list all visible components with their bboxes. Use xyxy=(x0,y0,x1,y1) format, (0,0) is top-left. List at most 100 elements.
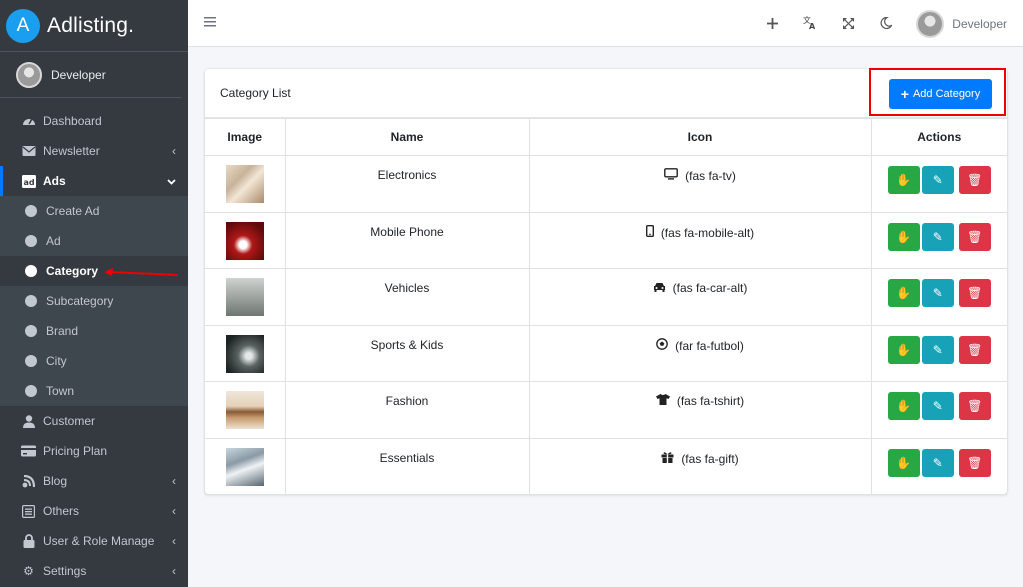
tv-icon xyxy=(664,168,679,183)
category-icon-class: (fas fa-tshirt) xyxy=(676,394,745,408)
sidebar-item-town[interactable]: Town xyxy=(0,376,188,406)
user-panel[interactable]: Developer xyxy=(0,52,181,98)
active-indicator xyxy=(0,166,3,196)
circle-icon xyxy=(25,355,37,367)
delete-button[interactable]: 🗑 xyxy=(958,279,991,307)
category-name: Sports & Kids xyxy=(284,324,530,382)
category-table: Image Name Icon Actions Electronics (fas… xyxy=(205,118,1007,495)
chevron-left-icon: ‹ xyxy=(172,534,176,548)
sidebar-item-city[interactable]: City xyxy=(0,346,188,376)
sidebar: A Adlisting. Developer Dashboard Newslet… xyxy=(0,0,188,587)
avatar[interactable] xyxy=(916,9,945,38)
table-row: Fashion (fas fa-tshirt) ✋ ✎ 🗑 xyxy=(205,381,1007,439)
credit-card-icon xyxy=(21,444,36,459)
category-icon-class: (fas fa-mobile-alt) xyxy=(660,225,755,240)
tachometer-icon xyxy=(21,114,36,129)
cog-icon: ⚙ xyxy=(23,564,34,578)
edit-button[interactable]: ✎ xyxy=(921,222,954,251)
lock-icon xyxy=(21,534,36,549)
row-actions: ✋ ✎ 🗑 xyxy=(870,324,1007,382)
sidebar-item-label: Town xyxy=(46,384,75,398)
circle-icon xyxy=(25,205,37,217)
sidebar-item-ads[interactable]: ad Ads xyxy=(0,166,188,196)
view-button[interactable]: ✋ xyxy=(887,166,920,194)
sidebar-item-label: Ad xyxy=(46,234,61,248)
edit-button[interactable]: ✎ xyxy=(921,166,954,194)
hamburger-menu-icon[interactable] xyxy=(204,14,216,32)
delete-button[interactable]: 🗑 xyxy=(958,166,991,194)
svg-text:ad: ad xyxy=(23,178,34,187)
view-button[interactable]: ✋ xyxy=(887,448,920,477)
view-button[interactable]: ✋ xyxy=(887,222,920,251)
sidebar-item-label: City xyxy=(46,354,67,368)
plus-icon[interactable] xyxy=(764,16,780,32)
navbar-user-name[interactable]: Developer xyxy=(952,17,1007,31)
car-icon xyxy=(653,281,666,295)
table-row: Vehicles (fas fa-car-alt) ✋ ✎ 🗑 xyxy=(205,268,1007,326)
translate-icon[interactable]: 文A xyxy=(802,15,818,33)
category-thumbnail xyxy=(225,447,264,486)
annotation-arrow xyxy=(104,268,178,276)
sidebar-item-label: Brand xyxy=(46,324,79,338)
delete-button[interactable]: 🗑 xyxy=(958,222,991,251)
sidebar-item-newsletter[interactable]: Newsletter ‹ xyxy=(0,136,188,166)
category-name: Electronics xyxy=(284,155,530,213)
sidebar-item-user-role-manage[interactable]: User & Role Manage ‹ xyxy=(0,526,188,556)
delete-button[interactable]: 🗑 xyxy=(958,448,991,477)
sidebar-nav: Dashboard Newsletter ‹ ad Ads Create Ad … xyxy=(0,98,188,586)
category-icon-cell: (fas fa-mobile-alt) xyxy=(528,211,872,269)
circle-icon xyxy=(25,265,37,277)
category-icon-cell: (fas fa-gift) xyxy=(528,437,872,495)
brand-link[interactable]: A Adlisting. xyxy=(0,0,188,52)
add-category-button[interactable]: + Add Category xyxy=(889,79,992,109)
sidebar-item-customer[interactable]: Customer xyxy=(0,406,188,436)
category-icon-class: (fas fa-car-alt) xyxy=(672,281,748,295)
sidebar-item-label: Settings xyxy=(43,564,87,578)
sidebar-item-ad[interactable]: Ad xyxy=(0,226,188,256)
category-icon-class: (far fa-futbol) xyxy=(675,338,744,353)
sidebar-item-label: Blog xyxy=(43,474,68,488)
table-row: Sports & Kids (far fa-futbol) ✋ ✎ 🗑 xyxy=(205,324,1007,382)
chevron-left-icon: ‹ xyxy=(172,504,176,518)
sidebar-item-label: Newsletter xyxy=(43,144,100,158)
sidebar-item-settings[interactable]: ⚙ Settings ‹ xyxy=(0,556,188,586)
sidebar-item-others[interactable]: Others ‹ xyxy=(0,496,188,526)
sidebar-item-create-ad[interactable]: Create Ad xyxy=(0,196,188,226)
category-name: Fashion xyxy=(284,381,530,439)
table-row: Electronics (fas fa-tv) ✋ ✎ 🗑 xyxy=(205,155,1007,213)
view-button[interactable]: ✋ xyxy=(887,392,920,420)
edit-button[interactable]: ✎ xyxy=(921,279,954,307)
circle-icon xyxy=(25,235,37,247)
user-icon xyxy=(21,414,36,429)
sidebar-item-blog[interactable]: Blog ‹ xyxy=(0,466,188,496)
fullscreen-icon[interactable] xyxy=(840,16,856,32)
futbol-icon xyxy=(656,337,668,353)
category-name: Mobile Phone xyxy=(284,211,530,269)
edit-button[interactable]: ✎ xyxy=(921,392,954,420)
category-thumbnail xyxy=(225,391,264,429)
delete-button[interactable]: 🗑 xyxy=(958,392,991,420)
sidebar-item-label: Dashboard xyxy=(43,114,102,128)
row-actions: ✋ ✎ 🗑 xyxy=(870,268,1007,326)
table-row: Essentials (fas fa-gift) ✋ ✎ 🗑 xyxy=(205,437,1007,495)
delete-button[interactable]: 🗑 xyxy=(958,335,991,364)
category-thumbnail xyxy=(225,165,264,203)
sidebar-item-subcategory[interactable]: Subcategory xyxy=(0,286,188,316)
view-button[interactable]: ✋ xyxy=(887,335,920,364)
circle-icon xyxy=(25,385,37,397)
row-actions: ✋ ✎ 🗑 xyxy=(870,381,1007,439)
mobile-icon xyxy=(645,224,654,240)
edit-button[interactable]: ✎ xyxy=(921,448,954,477)
column-header-icon: Icon xyxy=(528,118,872,156)
ad-icon: ad xyxy=(21,174,36,189)
sidebar-item-pricing-plan[interactable]: Pricing Plan xyxy=(0,436,188,466)
view-button[interactable]: ✋ xyxy=(887,279,920,307)
sidebar-item-label: Create Ad xyxy=(46,204,100,218)
edit-button[interactable]: ✎ xyxy=(921,335,954,364)
top-navbar: 文A Developer xyxy=(188,0,1023,47)
sidebar-user-name: Developer xyxy=(51,67,106,82)
sidebar-item-dashboard[interactable]: Dashboard xyxy=(0,106,188,136)
moon-icon[interactable] xyxy=(878,16,894,32)
sidebar-item-label: Customer xyxy=(43,414,96,428)
sidebar-item-brand[interactable]: Brand xyxy=(0,316,188,346)
